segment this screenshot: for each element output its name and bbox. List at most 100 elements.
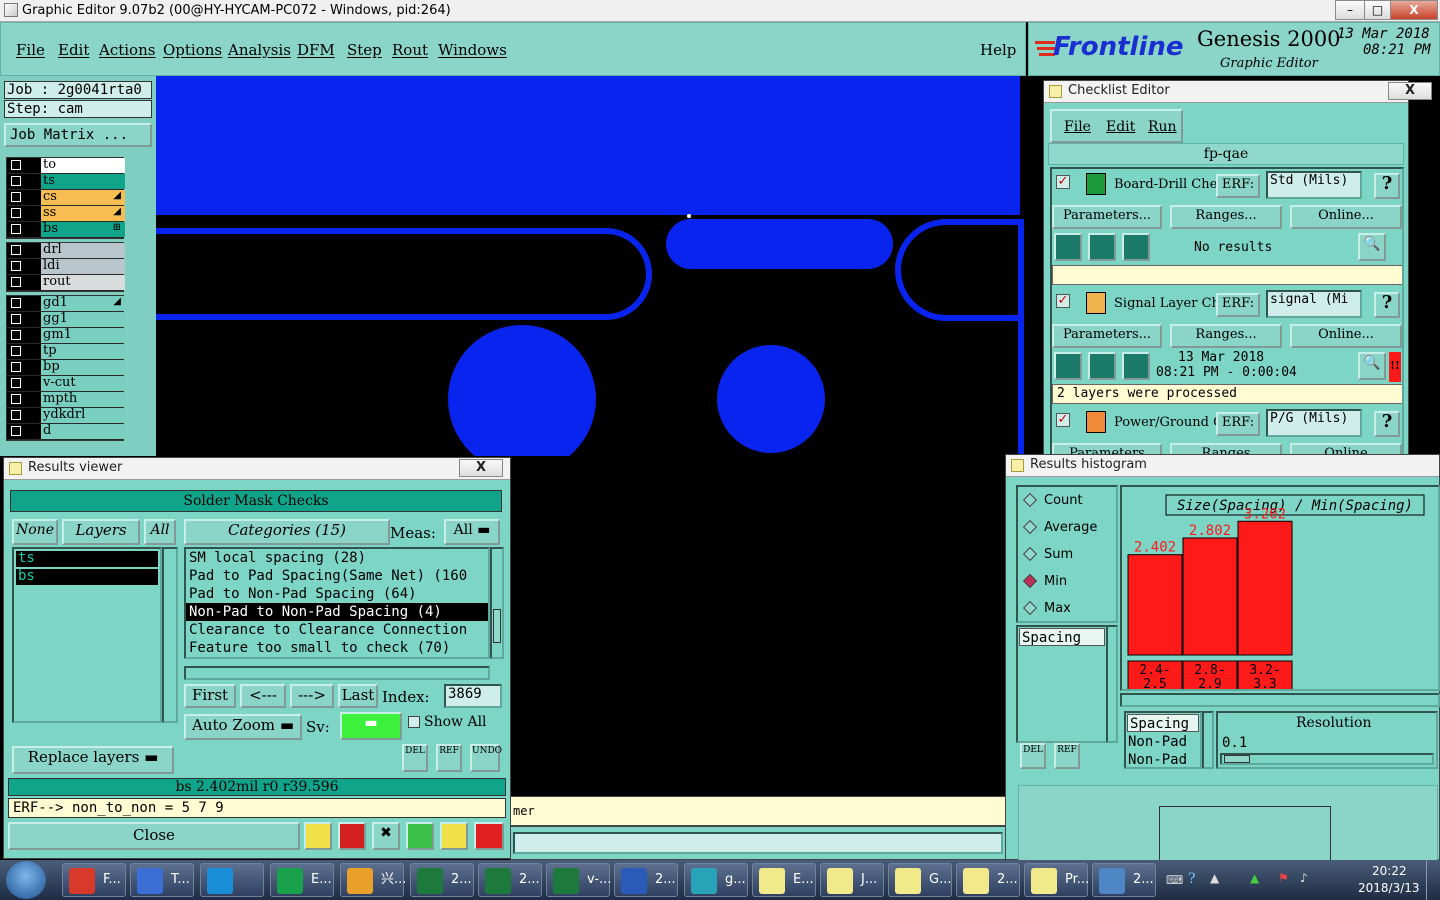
layer-name[interactable]: ts [41, 174, 125, 189]
category-list-scrollbar[interactable] [490, 547, 504, 659]
layer-row-bp[interactable]: bp [7, 360, 125, 376]
run-all-icon[interactable] [1088, 352, 1116, 380]
menu-step[interactable]: Step [347, 41, 382, 59]
layer-checkbox[interactable] [7, 312, 41, 327]
layer-name[interactable]: to [41, 158, 125, 173]
mode-radio-min[interactable]: Min [1018, 568, 1116, 595]
clock-time[interactable]: 20:22 [1372, 864, 1407, 878]
layer-checkbox[interactable] [7, 259, 41, 274]
layer-row-drl[interactable]: drl [7, 243, 125, 259]
taskbar-item[interactable]: 2... [956, 863, 1020, 897]
close-button[interactable]: Close [8, 822, 300, 850]
layer-row-gg1[interactable]: gg1 [7, 312, 125, 328]
item-erf-field[interactable]: Std (Mils) [1266, 171, 1362, 199]
prev-button[interactable]: <--- [240, 684, 286, 708]
taskbar-item[interactable]: 2... [614, 863, 678, 897]
checklist-menu-file[interactable]: File [1064, 119, 1091, 135]
parameters-button[interactable]: Parameters... [1052, 205, 1162, 229]
layer-checkbox[interactable] [7, 392, 41, 407]
menu-rout[interactable]: Rout [392, 41, 428, 59]
ranges-button[interactable]: Ranges... [1170, 205, 1282, 229]
number-icon[interactable] [406, 822, 434, 850]
category-item[interactable]: Feature too small to check (70) [186, 639, 488, 657]
layer-checkbox[interactable] [7, 376, 41, 391]
layer-row-gd1[interactable]: gd1 ◢ [7, 296, 125, 312]
taskbar-item[interactable]: 2... [478, 863, 542, 897]
histogram-left-scrollbar[interactable] [1106, 625, 1118, 743]
layer-name[interactable]: drl [41, 243, 125, 258]
index-input[interactable]: 3869 [444, 684, 502, 708]
layer-row-d[interactable]: d [7, 424, 125, 440]
item-erf-button[interactable]: ERF: [1216, 412, 1260, 436]
categories-button[interactable]: Categories (15) [184, 519, 390, 545]
hist-ref-button[interactable]: REF [1054, 743, 1080, 769]
taskbar-item[interactable]: G... [888, 863, 952, 897]
results-viewer-close-icon[interactable]: X [459, 459, 503, 477]
taskbar-item[interactable]: E... [752, 863, 816, 897]
auto-zoom-dropdown[interactable]: Auto Zoom ▬ [184, 714, 302, 740]
layer-checkbox[interactable] [7, 296, 41, 311]
layer-name[interactable]: gm1 [41, 328, 125, 343]
volume-icon[interactable]: ♪ [1300, 871, 1308, 885]
checklist-menu-run[interactable]: Run [1148, 119, 1177, 135]
layer-checkbox[interactable] [7, 360, 41, 375]
category-item[interactable]: Non-Pad to Non-Pad Spacing (4) [186, 603, 488, 621]
ranges-button[interactable]: Ranges... [1170, 324, 1282, 348]
layer-name[interactable]: rout [41, 275, 125, 290]
minimize-button[interactable]: – [1335, 0, 1365, 20]
run-icon[interactable] [1054, 352, 1082, 380]
menu-options[interactable]: Options [163, 41, 222, 59]
category-item[interactable]: Clearance to Clearance Connection [186, 621, 488, 639]
histogram-list-left[interactable]: Spacing [1016, 625, 1108, 743]
all-button[interactable]: All [144, 519, 176, 545]
run-icon[interactable] [1054, 233, 1082, 261]
histogram-list-item[interactable]: Spacing [1019, 628, 1105, 646]
stop-icon[interactable] [1122, 233, 1150, 261]
taskbar-item[interactable]: F... [62, 863, 126, 897]
layer-checkbox[interactable] [7, 243, 41, 258]
layer-name[interactable]: tp [41, 344, 125, 359]
mode-radio-sum[interactable]: Sum [1018, 541, 1116, 568]
layer-row-mpth[interactable]: mpth [7, 392, 125, 408]
online-button[interactable]: Online... [1290, 205, 1402, 229]
taskbar-item[interactable]: 2... [1092, 863, 1156, 897]
del-button[interactable]: DEL [402, 744, 428, 772]
menu-edit[interactable]: Edit [58, 41, 89, 59]
layer-row-cs[interactable]: cs ◢ [7, 190, 125, 206]
layer-checkbox[interactable] [7, 344, 41, 359]
layer-checkbox[interactable] [7, 222, 41, 237]
layer-row-gm1[interactable]: gm1 [7, 328, 125, 344]
category-hscrollbar[interactable] [184, 666, 490, 680]
menu-dfm[interactable]: DFM [297, 41, 335, 59]
layer-checkbox[interactable] [7, 328, 41, 343]
histogram-list-item[interactable]: Non-Pad [1126, 733, 1200, 751]
menu-analysis[interactable]: Analysis [228, 41, 291, 59]
job-matrix-button[interactable]: Job Matrix ... [4, 123, 152, 147]
sv-color-dropdown[interactable]: ▬ [340, 712, 402, 740]
histogram-list-item[interactable]: Spacing [1127, 714, 1199, 732]
layers-button[interactable]: Layers [62, 519, 140, 545]
maximize-button[interactable]: □ [1364, 0, 1391, 20]
category-list[interactable]: SM local spacing (28) Pad to Pad Spacing(… [184, 547, 490, 659]
layer-name[interactable]: v-cut [41, 376, 125, 391]
layer-row-ydkdrl[interactable]: ydkdrl [7, 408, 125, 424]
layer-name[interactable]: mpth [41, 392, 125, 407]
item-erf-button[interactable]: ERF: [1216, 293, 1260, 317]
start-button[interactable] [6, 861, 46, 899]
meas-dropdown[interactable]: All ▬ [444, 519, 500, 545]
layer-checkbox[interactable] [7, 158, 41, 173]
layer-checkbox[interactable] [7, 174, 41, 189]
taskbar-item[interactable]: g... [684, 863, 748, 897]
histogram-list-bottom[interactable]: Spacing Non-Pad Non-Pad [1124, 711, 1202, 769]
undo-button[interactable]: UNDO [470, 744, 502, 772]
help-icon[interactable]: ? [1374, 173, 1400, 199]
resolution-slider-thumb[interactable] [1224, 755, 1250, 763]
mode-radio-count[interactable]: Count [1018, 487, 1116, 514]
menu-file[interactable]: File [16, 41, 45, 59]
item-erf-field[interactable]: signal (Mi [1266, 290, 1362, 318]
taskbar-item[interactable]: Pr... [1024, 863, 1089, 897]
results-layer-item[interactable]: ts [16, 551, 158, 567]
category-item[interactable]: SM local spacing (28) [186, 549, 488, 567]
histogram-bar[interactable] [1237, 520, 1293, 656]
taskbar-item[interactable]: v-... [546, 863, 611, 897]
